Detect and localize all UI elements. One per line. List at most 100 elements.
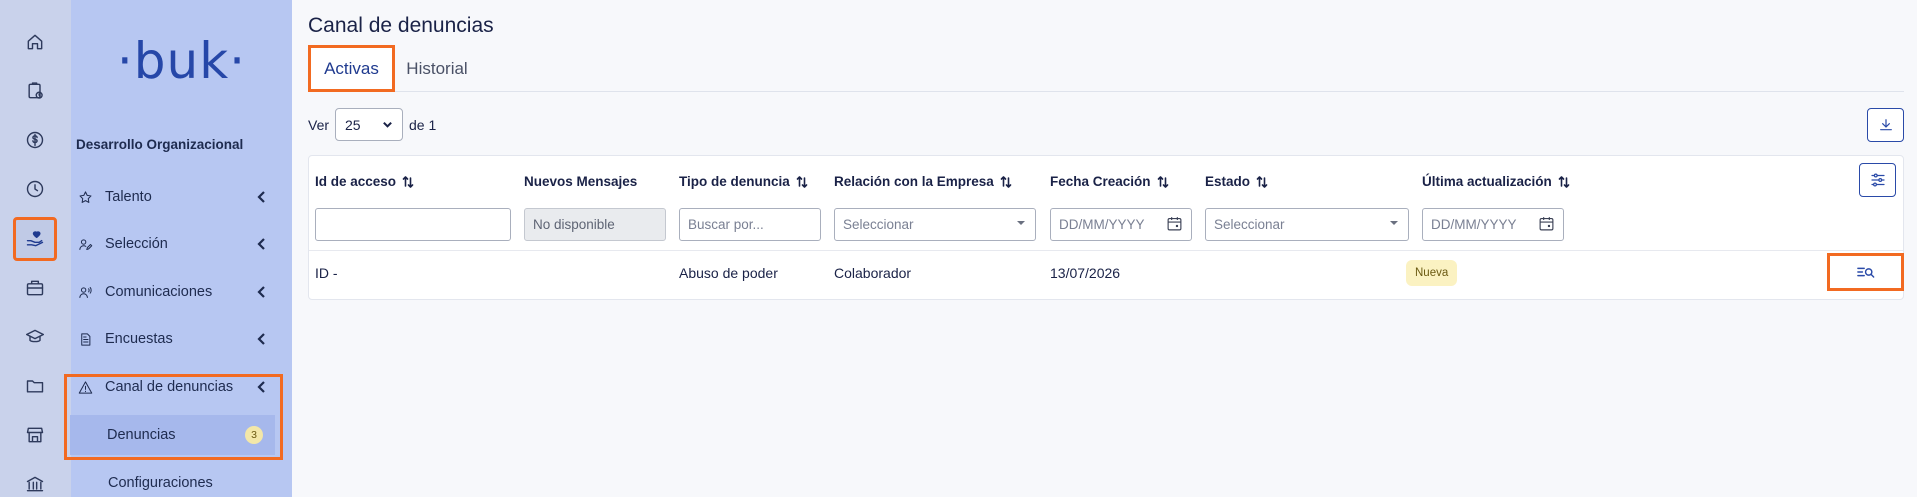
tab-bar: Activas Historial	[308, 45, 1904, 92]
section-title: Desarrollo Organizacional	[76, 137, 244, 152]
sort-icon	[796, 175, 808, 188]
icon-rail	[0, 0, 71, 497]
submenu-item-denuncias[interactable]: Denuncias 3	[70, 415, 275, 455]
user-voice-icon	[77, 284, 93, 300]
count-badge: 3	[245, 426, 263, 444]
messages-filter-placeholder: No disponible	[533, 217, 615, 232]
sidebar: ·buk· Desarrollo Organizacional Talento …	[64, 0, 292, 497]
briefcase-icon[interactable]	[17, 270, 53, 306]
page-size-value: 25	[345, 116, 361, 133]
folder-icon[interactable]	[17, 368, 53, 404]
status-filter-select[interactable]: Seleccionar	[1205, 208, 1409, 241]
caret-down-icon	[1015, 217, 1027, 232]
tab-activas[interactable]: Activas	[308, 45, 395, 92]
updated-date-placeholder: DD/MM/YYYY	[1431, 217, 1517, 232]
tab-historial[interactable]: Historial	[401, 45, 473, 92]
sidebar-item-comunicaciones[interactable]: Comunicaciones	[71, 275, 292, 309]
column-header: Nuevos Mensajes	[524, 174, 637, 189]
store-icon[interactable]	[17, 417, 53, 453]
updated-date-filter[interactable]: DD/MM/YYYY	[1422, 208, 1564, 241]
chevron-left-icon	[254, 191, 270, 203]
sidebar-item-label: Selección	[105, 236, 168, 252]
column-header-label: Relación con la Empresa	[834, 174, 994, 189]
column-header-label: Última actualización	[1422, 174, 1552, 189]
column-header-label: Nuevos Mensajes	[524, 174, 638, 189]
bank-icon[interactable]	[17, 466, 53, 497]
column-header-label: Id de acceso	[315, 174, 397, 189]
sliders-icon	[1870, 173, 1885, 187]
main-content: Canal de denuncias Activas Historial Ver…	[292, 0, 1917, 497]
home-icon[interactable]	[17, 24, 53, 60]
status-filter-placeholder: Seleccionar	[1214, 217, 1285, 232]
chevron-left-icon	[254, 381, 270, 393]
cell-relation: Colaborador	[834, 265, 912, 281]
clock-icon[interactable]	[17, 171, 53, 207]
type-filter-placeholder: Buscar por...	[688, 217, 764, 232]
download-icon	[1879, 119, 1892, 131]
cell-created: 13/07/2026	[1050, 265, 1121, 281]
user-pen-icon	[77, 236, 93, 252]
complaints-table: Id de acceso Nuevos Mensajes Tipo de den…	[308, 155, 1904, 300]
sidebar-item-talento[interactable]: Talento	[71, 180, 292, 214]
clipboard-clock-icon[interactable]	[17, 73, 53, 109]
sidebar-item-label: Comunicaciones	[105, 284, 213, 300]
calendar-icon[interactable]	[1166, 215, 1183, 235]
sidebar-item-encuestas[interactable]: Encuestas	[71, 322, 292, 356]
submenu-item-label: Denuncias	[107, 427, 176, 443]
chevron-left-icon	[254, 286, 270, 298]
column-header-label: Tipo de denuncia	[679, 174, 790, 189]
sort-icon	[1157, 175, 1168, 188]
row-divider	[309, 250, 1903, 251]
messages-filter-input: No disponible	[524, 208, 666, 241]
star-icon	[77, 189, 93, 205]
sidebar-item-canal-de-denuncias[interactable]: Canal de denuncias	[71, 370, 292, 404]
id-filter-input[interactable]	[315, 208, 511, 241]
warning-triangle-icon	[77, 379, 93, 395]
column-header[interactable]: Fecha Creación	[1050, 174, 1169, 189]
column-header[interactable]: Tipo de denuncia	[679, 174, 808, 189]
pager-prefix: Ver	[308, 116, 330, 133]
sidebar-item-seleccion[interactable]: Selección	[71, 227, 292, 261]
view-detail-button[interactable]	[1827, 253, 1904, 291]
submenu-item-configuraciones[interactable]: Configuraciones	[71, 463, 292, 497]
hand-heart-icon[interactable]	[13, 217, 57, 261]
calendar-icon[interactable]	[1538, 215, 1555, 235]
status-badge: Nueva	[1406, 260, 1458, 286]
page-size-control: Ver 25 de 1	[308, 108, 436, 141]
cell-id: ID -	[315, 265, 338, 281]
type-filter-input[interactable]: Buscar por...	[679, 208, 821, 241]
column-header[interactable]: Estado	[1205, 174, 1268, 189]
chevron-left-icon	[254, 333, 270, 345]
document-icon	[77, 331, 93, 347]
sort-icon	[402, 175, 414, 188]
buk-logo[interactable]: ·buk·	[71, 32, 292, 90]
sort-icon	[1256, 175, 1268, 188]
page-size-select[interactable]: 25	[335, 108, 404, 141]
chevron-left-icon	[254, 238, 270, 250]
submenu-item-label: Configuraciones	[108, 475, 213, 491]
column-header[interactable]: Id de acceso	[315, 174, 414, 189]
sidebar-item-label: Talento	[105, 189, 152, 205]
created-date-filter[interactable]: DD/MM/YYYY	[1050, 208, 1192, 241]
column-header-label: Fecha Creación	[1050, 174, 1151, 189]
download-button[interactable]	[1867, 108, 1904, 142]
created-date-placeholder: DD/MM/YYYY	[1059, 217, 1145, 232]
sort-icon	[1558, 175, 1570, 188]
relation-filter-placeholder: Seleccionar	[843, 217, 914, 232]
pager-suffix: de 1	[409, 116, 437, 133]
search-list-icon	[1856, 267, 1874, 278]
column-header-label: Estado	[1205, 174, 1251, 189]
caret-down-icon	[1388, 217, 1400, 232]
sort-icon	[1000, 175, 1012, 188]
graduation-cap-icon[interactable]	[17, 319, 53, 355]
chevron-down-icon	[382, 117, 393, 133]
sidebar-item-label: Encuestas	[105, 331, 173, 347]
column-header[interactable]: Relación con la Empresa	[834, 174, 1012, 189]
dollar-circle-icon[interactable]	[17, 122, 53, 158]
column-settings-button[interactable]	[1859, 163, 1896, 197]
column-header[interactable]: Última actualización	[1422, 174, 1570, 189]
relation-filter-select[interactable]: Seleccionar	[834, 208, 1036, 241]
page-title: Canal de denuncias	[308, 14, 494, 37]
cell-type: Abuso de poder	[679, 265, 778, 281]
sidebar-item-label: Canal de denuncias	[105, 379, 234, 395]
